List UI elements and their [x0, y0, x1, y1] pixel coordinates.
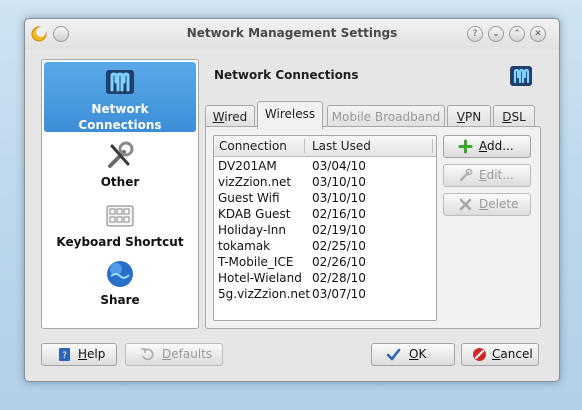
sidebar-item-keyboard-shortcut[interactable]: Keyboard Shortcut [44, 200, 196, 250]
cancel-button[interactable]: Cancel [461, 343, 539, 366]
last-used: 03/10/10 [312, 175, 366, 189]
minimize-button[interactable]: ⌄ [488, 26, 504, 42]
last-used: 03/07/10 [312, 287, 366, 301]
list-item[interactable]: tokamak 02/25/10 [214, 238, 436, 254]
sidebar-item-label-line2: Connections [78, 118, 162, 132]
column-separator[interactable] [432, 139, 433, 153]
list-item[interactable]: KDAB Guest 02/16/10 [214, 206, 436, 222]
tab-label: SL [511, 110, 526, 124]
add-label: dd... [487, 139, 514, 153]
ok-button[interactable]: OK [371, 343, 455, 366]
last-used: 02/26/10 [312, 255, 366, 269]
defaults-mnemonic: D [162, 347, 172, 361]
help-context-button[interactable]: ? [467, 26, 483, 42]
title-bar: Network Management Settings ? ⌄ ⌃ ✕ [25, 19, 559, 49]
ok-label: K [418, 347, 427, 361]
help-label: elp [87, 347, 106, 361]
defaults-icon [141, 348, 154, 361]
wrench-icon [459, 168, 473, 182]
svg-text:?: ? [62, 351, 67, 361]
sidebar: Network Connections Other Keyboard Short… [41, 59, 199, 329]
sidebar-item-other[interactable]: Other [44, 140, 196, 190]
tab-label: PN [465, 110, 482, 124]
list-item[interactable]: 5g.vizZzion.net 03/07/10 [214, 286, 436, 302]
page-title: Network Connections [214, 68, 359, 82]
last-used: 02/25/10 [312, 239, 366, 253]
last-used: 02/19/10 [312, 223, 366, 237]
cancel-label: ancel [500, 347, 533, 361]
connection-name: vizZzion.net [218, 175, 292, 189]
connection-name: 5g.vizZzion.net [218, 287, 311, 301]
tools-icon [108, 141, 134, 168]
tab-label: ired [224, 110, 248, 124]
last-used: 02/28/10 [312, 271, 366, 285]
column-separator[interactable] [304, 139, 305, 153]
sidebar-item-label-line1: Network [91, 102, 149, 116]
delete-mnemonic: D [479, 197, 489, 211]
list-item[interactable]: DV201AM 03/04/10 [214, 158, 436, 174]
connection-name: Guest Wifi [218, 191, 280, 205]
column-header-connection[interactable]: Connection [219, 139, 287, 153]
list-item[interactable]: Hotel-Wieland 02/28/10 [214, 270, 436, 286]
tab-wireless[interactable]: Wireless [257, 101, 323, 129]
sidebar-item-label: Keyboard Shortcut [56, 235, 184, 249]
tab-wired[interactable]: Wired [205, 105, 255, 128]
add-mnemonic: A [479, 139, 487, 153]
tab-label: Wireless [264, 107, 316, 121]
connection-name: tokamak [218, 239, 271, 253]
network-manager-icon [106, 70, 134, 94]
list-header: Connection Last Used [214, 136, 436, 157]
connection-name: Hotel-Wieland [218, 271, 302, 285]
list-item[interactable]: vizZzion.net 03/10/10 [214, 174, 436, 190]
network-manager-icon [510, 66, 532, 86]
list-item[interactable]: Holiday-Inn 02/19/10 [214, 222, 436, 238]
edit-label: dit... [486, 168, 514, 182]
connections-list[interactable]: Connection Last Used DV201AM 03/04/10 viz… [213, 135, 437, 321]
delete-button[interactable]: Delete [443, 193, 531, 216]
tab-vpn[interactable]: VPN [447, 105, 491, 128]
defaults-button[interactable]: Defaults [125, 343, 223, 366]
tab-dsl[interactable]: DSL [493, 105, 535, 128]
delete-label: elete [488, 197, 519, 211]
last-used: 02/16/10 [312, 207, 366, 221]
settings-window: Network Management Settings ? ⌄ ⌃ ✕ Netw… [24, 18, 560, 382]
checkmark-icon [386, 348, 401, 361]
list-item[interactable]: T-Mobile_ICE 02/26/10 [214, 254, 436, 270]
sidebar-item-share[interactable]: Share [44, 258, 196, 308]
keyboard-icon [106, 205, 134, 227]
last-used: 03/10/10 [312, 191, 366, 205]
connection-name: T-Mobile_ICE [218, 255, 294, 269]
tab-mnemonic: V [456, 110, 465, 124]
close-button[interactable]: ✕ [530, 26, 546, 42]
edit-mnemonic: E [479, 168, 487, 182]
list-item[interactable]: Guest Wifi 03/10/10 [214, 190, 436, 206]
cancel-icon [473, 348, 486, 361]
sidebar-item-network-connections[interactable]: Network Connections [44, 62, 196, 132]
tab-mnemonic: W [212, 110, 225, 124]
help-mnemonic: H [78, 347, 88, 361]
globe-icon [107, 261, 133, 287]
help-book-icon: ? [59, 348, 70, 361]
sidebar-item-label: Other [100, 175, 140, 189]
delete-icon [459, 198, 472, 211]
connection-name: DV201AM [218, 159, 277, 173]
add-button[interactable]: Add... [443, 135, 531, 158]
maximize-button[interactable]: ⌃ [509, 26, 525, 42]
sidebar-item-label: Share [100, 293, 140, 307]
column-header-last-used[interactable]: Last Used [312, 139, 371, 153]
tab-label: Mobile Broadband [331, 110, 441, 124]
help-button[interactable]: ? Help [41, 343, 117, 366]
tab-mobile-broadband[interactable]: Mobile Broadband [327, 105, 445, 128]
edit-button[interactable]: Edit... [443, 164, 531, 187]
defaults-label: efaults [171, 347, 213, 361]
last-used: 03/04/10 [312, 159, 366, 173]
connection-name: Holiday-Inn [218, 223, 286, 237]
connection-name: KDAB Guest [218, 207, 291, 221]
plus-icon [458, 139, 473, 154]
